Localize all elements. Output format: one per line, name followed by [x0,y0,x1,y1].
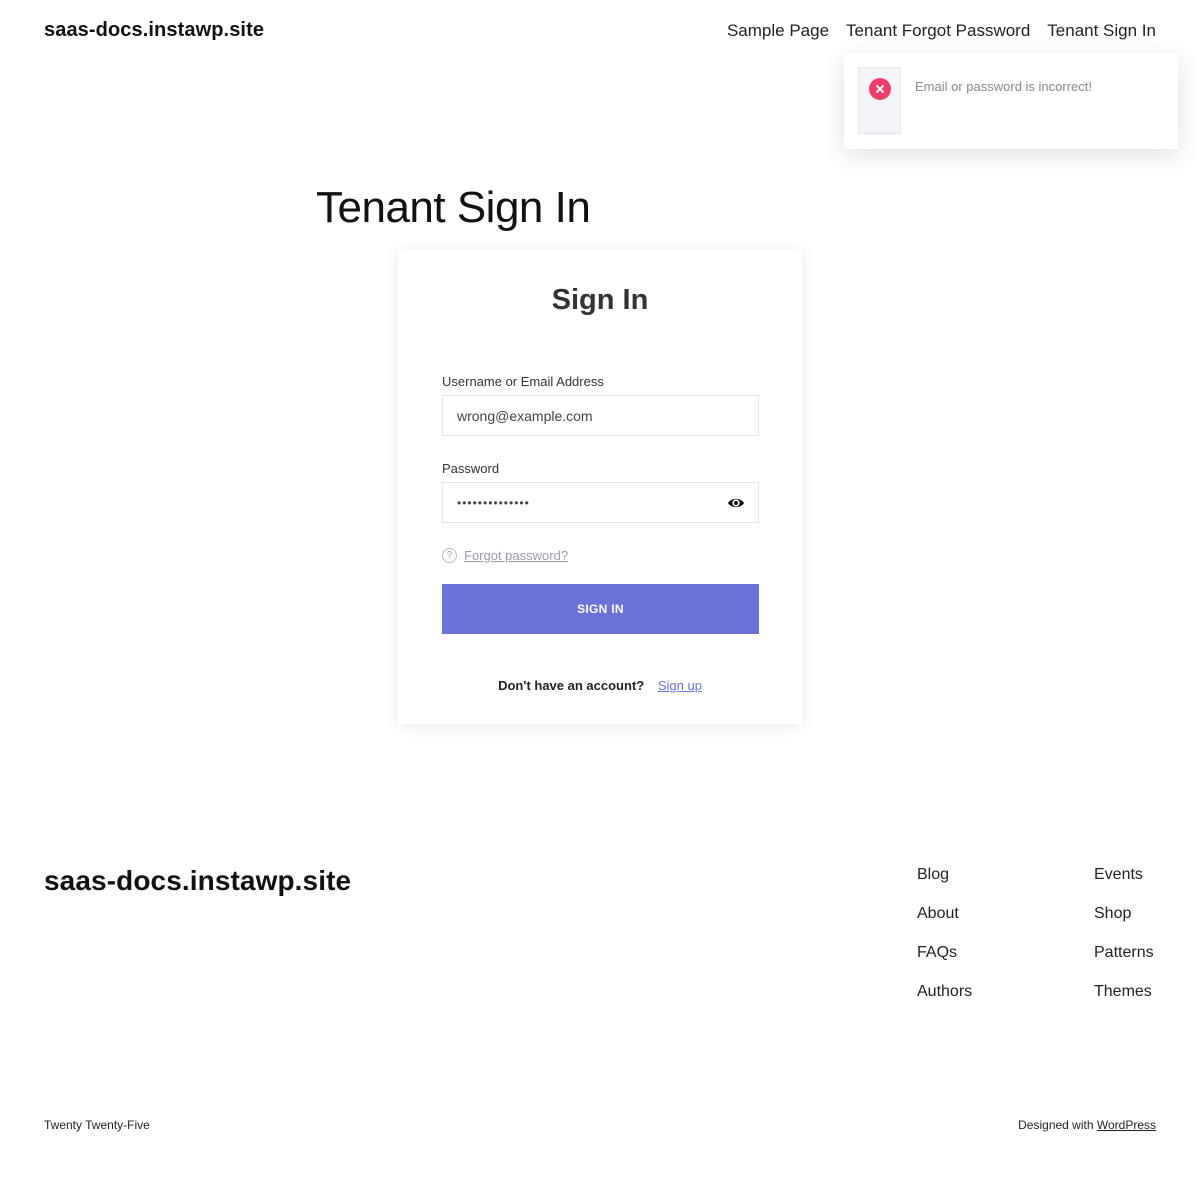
question-circle-icon: ? [442,548,457,563]
footer-nav-col-1: Blog About FAQs Authors [917,865,972,1002]
card-heading: Sign In [551,284,649,316]
top-nav: Sample Page Tenant Forgot Password Tenan… [727,21,1156,41]
username-label: Username or Email Address [442,374,604,389]
nav-sample-page[interactable]: Sample Page [727,21,829,41]
footer-site-title[interactable]: saas-docs.instawp.site [44,865,351,897]
footer-link-about[interactable]: About [917,904,972,924]
forgot-password-link[interactable]: Forgot password? [464,548,568,563]
footer-link-blog[interactable]: Blog [917,865,972,885]
error-x-icon [869,78,891,100]
footer-link-faqs[interactable]: FAQs [917,943,972,963]
password-field-wrapper [442,482,759,523]
nav-tenant-forgot-password[interactable]: Tenant Forgot Password [846,21,1030,41]
sign-in-button[interactable]: SIGN IN [442,584,759,634]
footer-link-events[interactable]: Events [1094,865,1154,885]
designed-with-credit: Designed with WordPress [1018,1118,1156,1132]
username-field-wrapper [442,395,759,436]
no-account-text: Don't have an account? [498,678,645,693]
designed-with-text: Designed with [1018,1118,1094,1132]
signup-row: Don't have an account? Sign up [398,678,802,693]
site-title-link[interactable]: saas-docs.instawp.site [44,19,264,42]
error-toast: Email or password is incorrect! [844,53,1178,149]
forgot-password-row: ? Forgot password? [442,548,568,563]
footer-link-shop[interactable]: Shop [1094,904,1154,924]
theme-credit: Twenty Twenty-Five [44,1118,150,1132]
toast-message: Email or password is incorrect! [915,79,1092,94]
sign-up-link[interactable]: Sign up [658,678,702,693]
username-input[interactable] [443,396,758,435]
password-label: Password [442,461,500,476]
footer-link-patterns[interactable]: Patterns [1094,943,1154,963]
page-title: Tenant Sign In [316,183,591,232]
password-input[interactable] [443,483,758,522]
eye-icon[interactable] [727,494,745,512]
nav-tenant-sign-in[interactable]: Tenant Sign In [1047,21,1156,41]
sign-in-card: Sign In Username or Email Address Passwo… [398,250,802,724]
footer-link-themes[interactable]: Themes [1094,982,1154,1002]
footer-nav-col-2: Events Shop Patterns Themes [1094,865,1154,1002]
toast-icon-box [858,67,901,134]
wordpress-link[interactable]: WordPress [1097,1118,1156,1132]
footer-link-authors[interactable]: Authors [917,982,972,1002]
